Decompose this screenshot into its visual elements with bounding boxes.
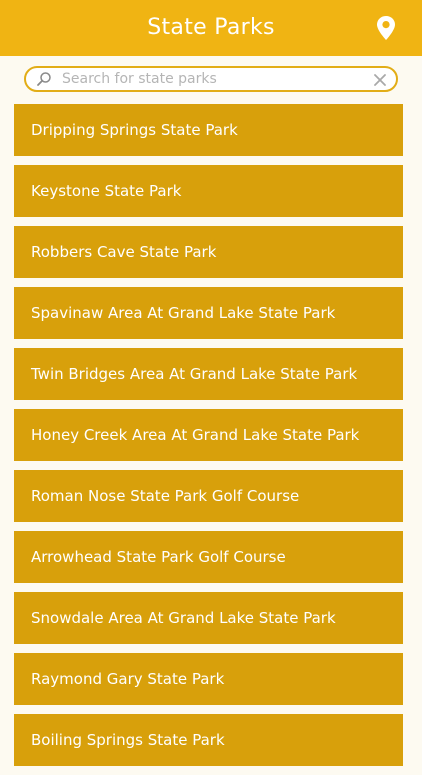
list-item[interactable]: Twin Bridges Area At Grand Lake State Pa… bbox=[14, 348, 403, 400]
list-item[interactable]: Spavinaw Area At Grand Lake State Park bbox=[14, 287, 403, 339]
page-title: State Parks bbox=[147, 15, 275, 40]
map-pin-icon[interactable] bbox=[374, 15, 398, 41]
list-item[interactable]: Robbers Cave State Park bbox=[14, 226, 403, 278]
app-header: State Parks bbox=[0, 0, 422, 56]
search-icon bbox=[36, 71, 52, 87]
list-item[interactable]: Boiling Springs State Park bbox=[14, 714, 403, 766]
list-item[interactable]: Roman Nose State Park Golf Course bbox=[14, 470, 403, 522]
list-item[interactable]: Keystone State Park bbox=[14, 165, 403, 217]
list-item[interactable]: Raymond Gary State Park bbox=[14, 653, 403, 705]
list-item[interactable]: Honey Creek Area At Grand Lake State Par… bbox=[14, 409, 403, 461]
list-item[interactable]: Arrowhead State Park Golf Course bbox=[14, 531, 403, 583]
list-item[interactable]: Snowdale Area At Grand Lake State Park bbox=[14, 592, 403, 644]
search-bar bbox=[24, 66, 398, 92]
list-item[interactable]: Dripping Springs State Park bbox=[14, 104, 403, 156]
clear-icon[interactable] bbox=[373, 72, 387, 86]
search-input[interactable] bbox=[62, 68, 362, 90]
park-list: Dripping Springs State Park Keystone Sta… bbox=[14, 104, 403, 775]
